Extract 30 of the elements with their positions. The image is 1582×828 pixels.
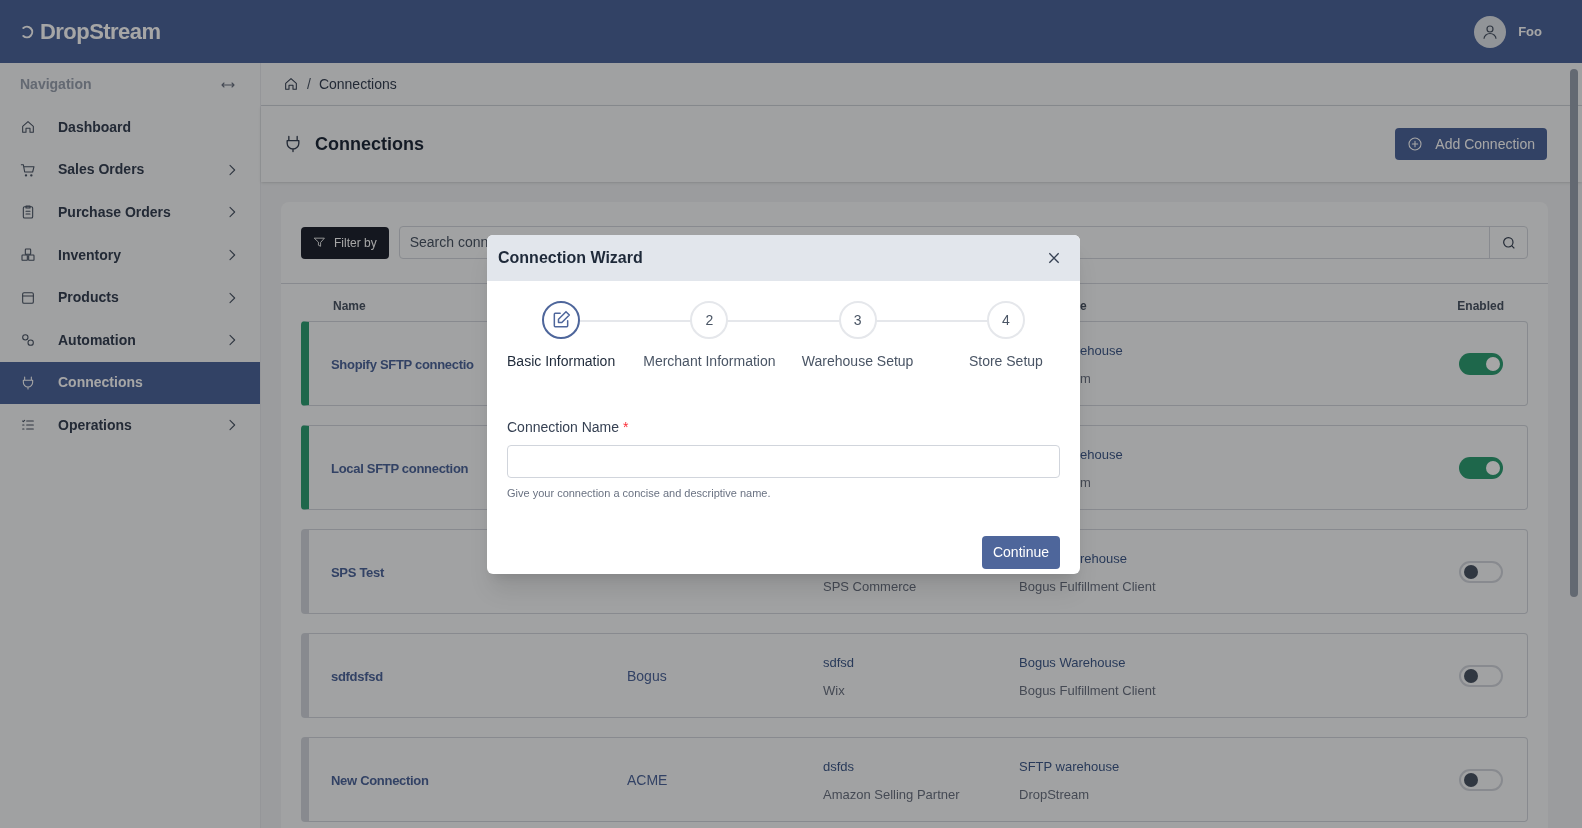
store-name: dsfds (823, 758, 855, 774)
dialog-title: Connection Wizard (498, 248, 643, 268)
client-name: Bogus Fulfillment Client (1019, 577, 1156, 596)
client-name: m (1079, 369, 1091, 388)
field-label: Connection Name (507, 418, 620, 437)
warehouse-name: Bogus Warehouse (1019, 653, 1126, 672)
warehouse-name: ehouse (1079, 445, 1123, 464)
client-name: Bogus Fulfillment Client (1019, 681, 1156, 700)
warehouse-name: ehouse (1079, 341, 1123, 360)
store-platform: Wix (823, 682, 845, 698)
step-label: Store Setup (968, 352, 1043, 371)
required-mark: * (623, 418, 629, 437)
column-header: e (1080, 299, 1087, 313)
merchant-name: ACME (627, 771, 668, 788)
field-help-text: Give your connection a concise and descriptive name. (507, 486, 772, 501)
step-label: Warehouse Setup (801, 352, 914, 371)
column-header: Enabled (1457, 298, 1504, 315)
sidebar-title: Navigation (20, 75, 92, 94)
breadcrumb-separator: / (307, 74, 311, 94)
step-label: Basic Information (507, 352, 616, 371)
column-header: Name (333, 299, 366, 313)
merchant-name: Bogus (627, 667, 667, 684)
store-platform: SPS Commerce (823, 578, 917, 594)
store-platform: Amazon Selling Partner (823, 786, 960, 802)
client-name: DropStream (1019, 785, 1090, 804)
page-title: Connections (315, 132, 424, 156)
step-label: Merchant Information (643, 352, 776, 371)
store-name: sdfsd (823, 654, 855, 670)
warehouse-name: SFTP warehouse (1019, 757, 1120, 776)
client-name: m (1079, 473, 1091, 492)
